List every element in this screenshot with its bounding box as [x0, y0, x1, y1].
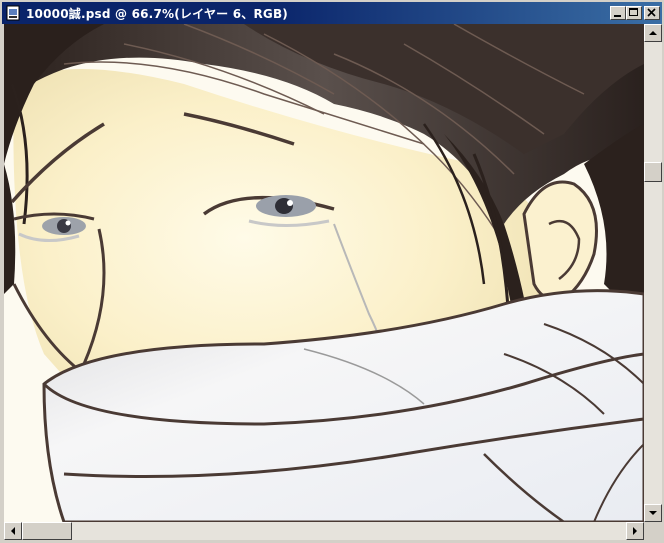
maximize-icon — [629, 8, 638, 16]
photoshop-document-icon — [6, 5, 20, 21]
close-button[interactable] — [644, 6, 660, 20]
horizontal-scroll-thumb[interactable] — [22, 522, 72, 540]
arrow-up-icon — [649, 31, 657, 35]
scroll-up-button[interactable] — [644, 24, 662, 42]
arrow-left-icon — [11, 527, 15, 535]
maximize-button[interactable] — [626, 6, 642, 20]
window-title: 10000誠.psd @ 66.7%(レイヤー 6、RGB) — [26, 7, 288, 21]
title-bar[interactable]: 10000誠.psd @ 66.7%(レイヤー 6、RGB) — [2, 2, 662, 24]
horizontal-scrollbar[interactable] — [4, 522, 644, 540]
resize-corner[interactable] — [644, 522, 662, 540]
minimize-button[interactable] — [610, 6, 626, 20]
scroll-down-button[interactable] — [644, 504, 662, 522]
image-canvas[interactable] — [4, 24, 644, 522]
minimize-icon — [614, 15, 621, 17]
vertical-scrollbar[interactable] — [644, 24, 662, 522]
arrow-right-icon — [633, 527, 637, 535]
scroll-left-button[interactable] — [4, 522, 22, 540]
document-window: 10000誠.psd @ 66.7%(レイヤー 6、RGB) — [0, 0, 664, 542]
arrow-down-icon — [649, 511, 657, 515]
vertical-scroll-thumb[interactable] — [644, 162, 662, 182]
scroll-right-button[interactable] — [626, 522, 644, 540]
close-icon — [647, 8, 656, 17]
artwork — [4, 24, 644, 522]
